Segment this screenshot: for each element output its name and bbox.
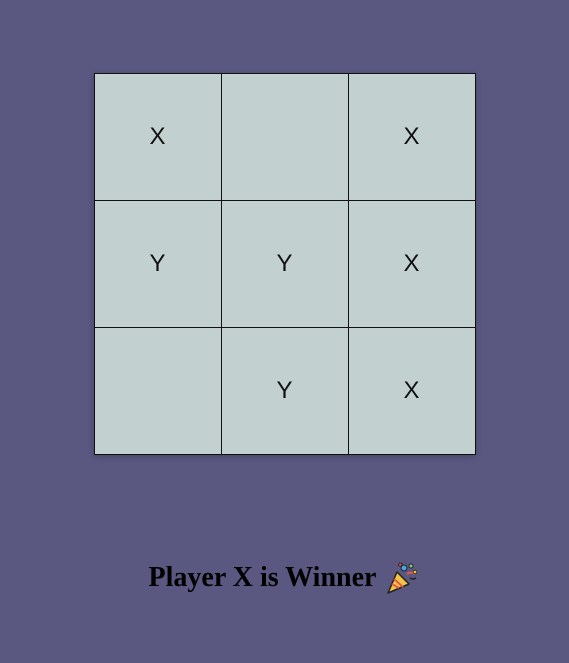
board-cell-5[interactable]: X (347, 199, 476, 328)
board-cell-8[interactable]: X (347, 326, 476, 455)
board-cell-0[interactable]: X (93, 72, 222, 201)
board-cell-4[interactable]: Y (220, 199, 349, 328)
board-cell-7[interactable]: Y (220, 326, 349, 455)
board-cell-3[interactable]: Y (93, 199, 222, 328)
board-cell-6[interactable] (93, 326, 222, 455)
board-cell-1[interactable] (220, 72, 349, 201)
party-popper-icon (384, 560, 420, 596)
board-cell-2[interactable]: X (347, 72, 476, 201)
winner-status: Player X is Winner (0, 560, 569, 596)
game-board: X X Y Y X Y X (93, 72, 476, 455)
winner-message: Player X is Winner (148, 562, 377, 593)
